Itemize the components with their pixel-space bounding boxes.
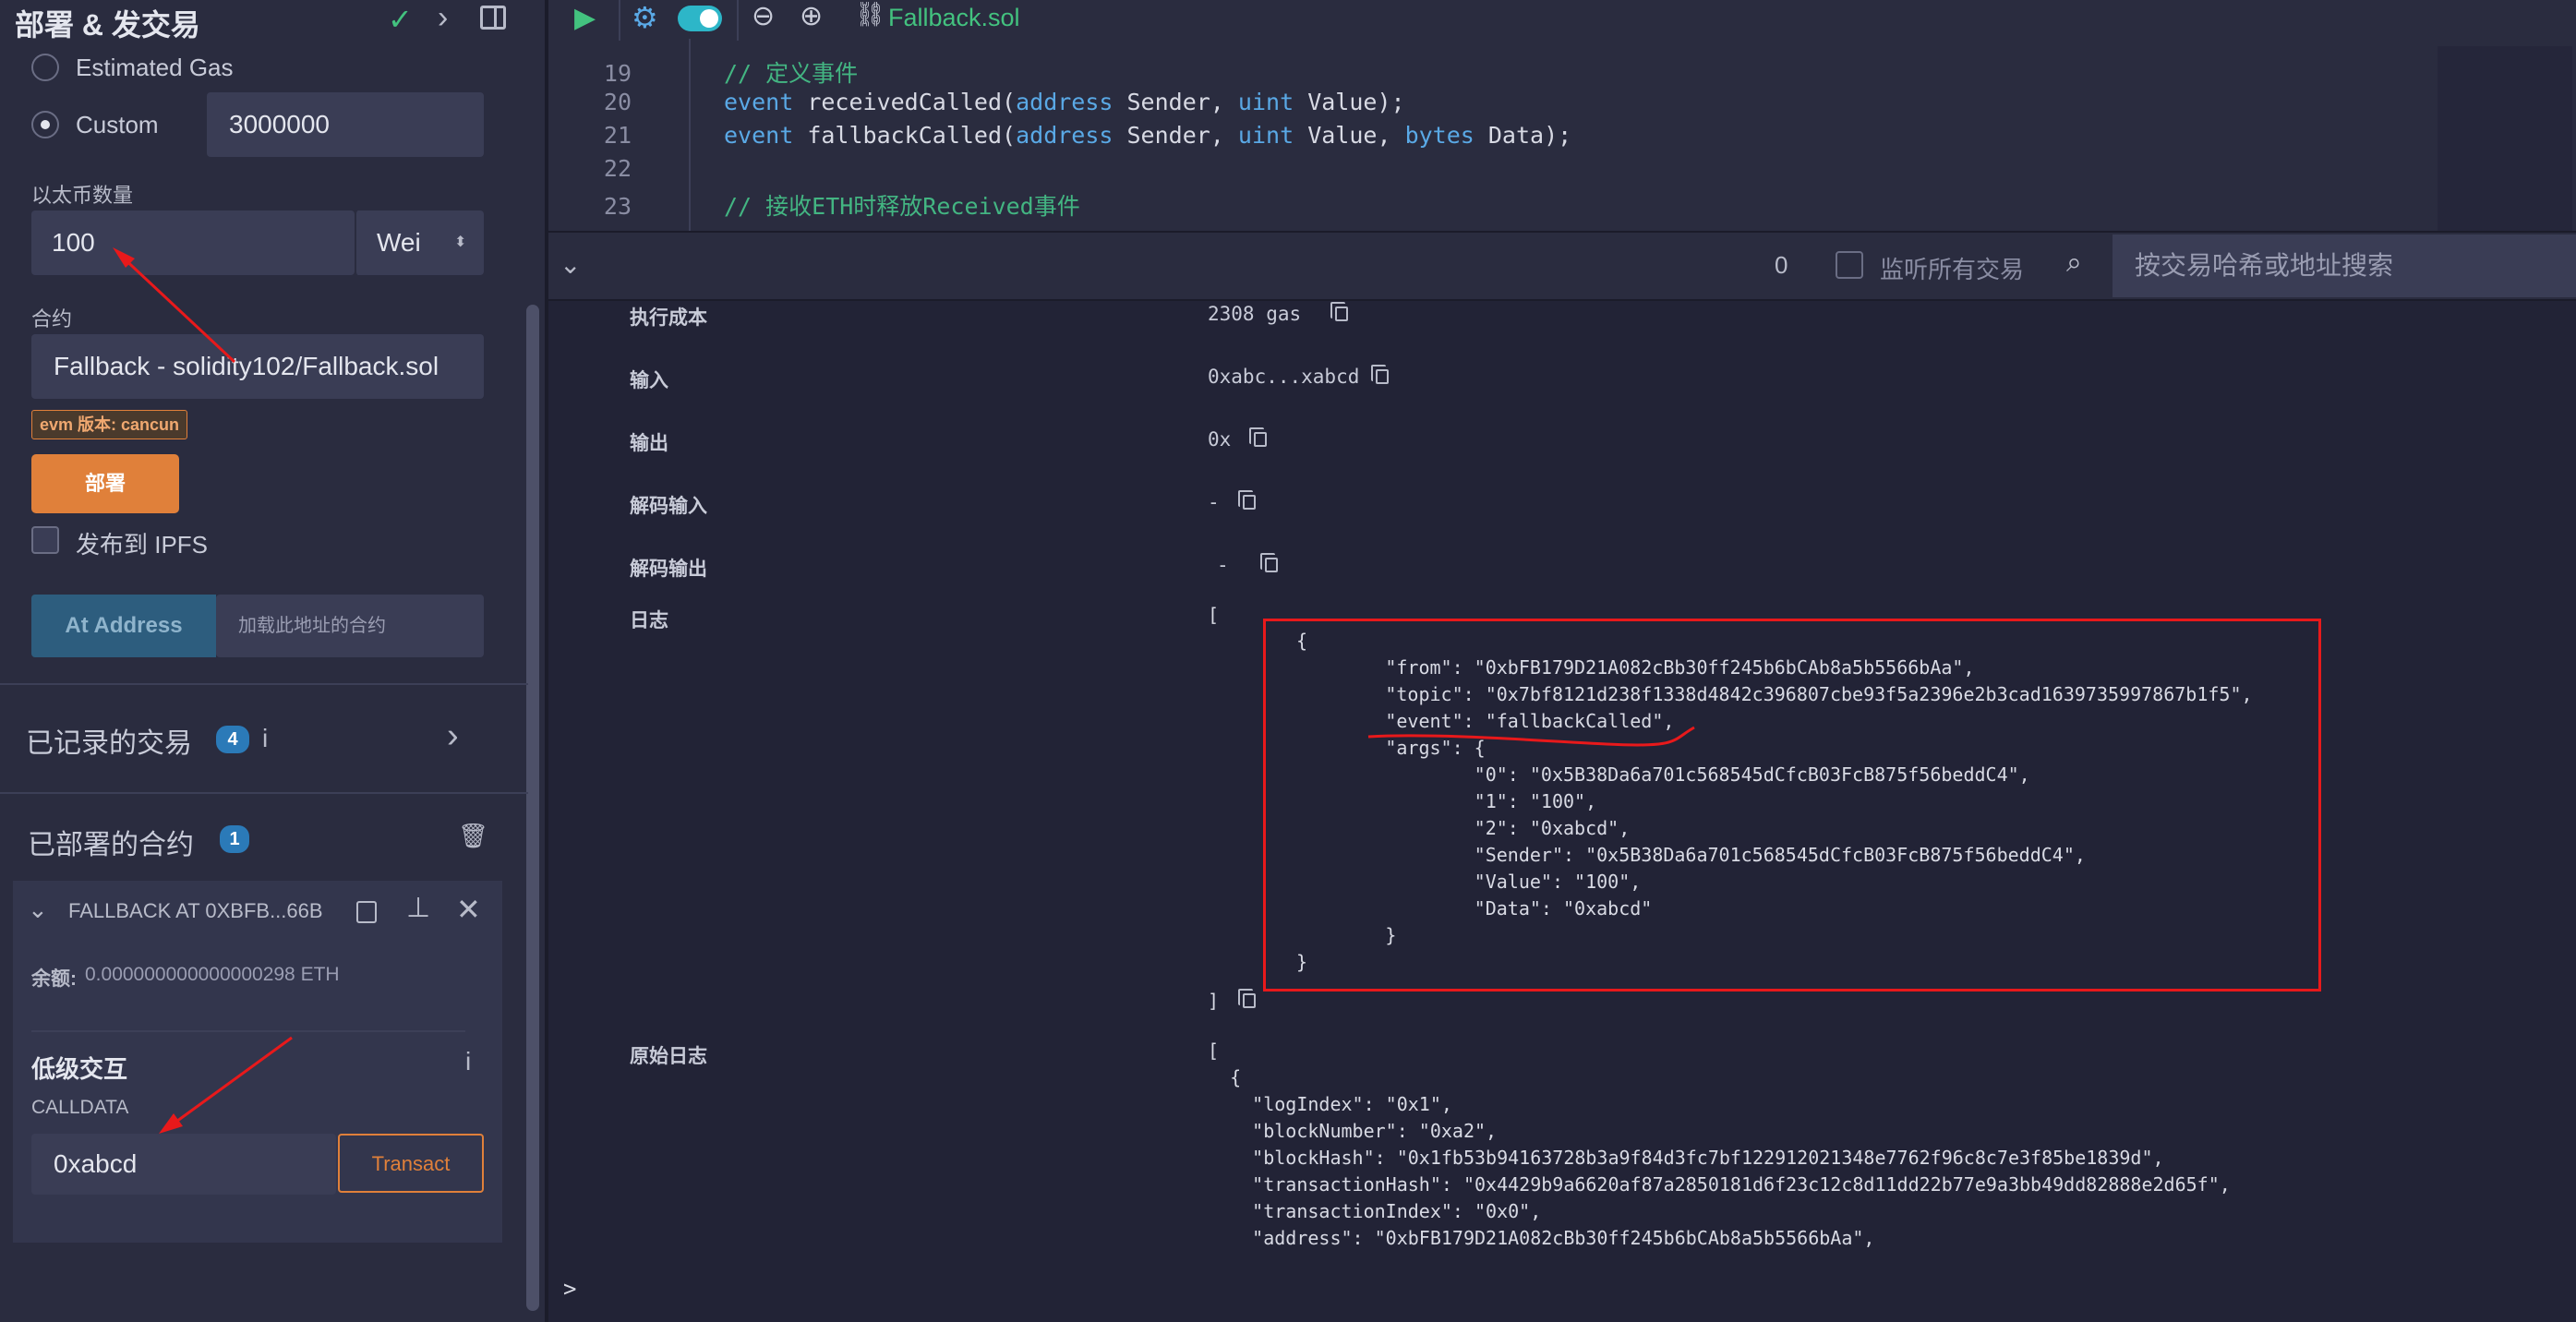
annotation-arrows [113,247,293,1134]
arrow-head [159,1113,183,1134]
